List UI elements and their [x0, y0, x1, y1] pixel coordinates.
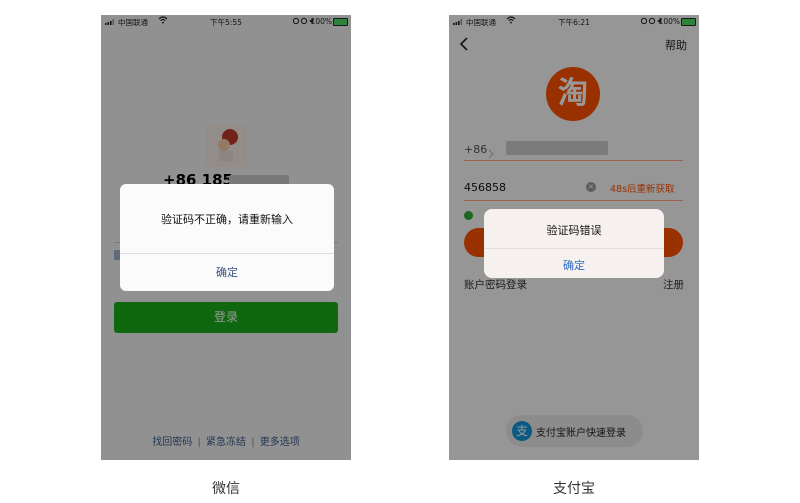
- dialog-message: 验证码不正确，请重新输入: [161, 213, 293, 226]
- wechat-phone-screen: 中国联通 下午5:55 100% +86 185 登录 找回密码 | 紧急冻结 …: [101, 15, 351, 460]
- taobao-phone-screen: 中国联通 下午6:21 100% 帮助 淘 +86 456858 × 48s后重…: [449, 15, 699, 460]
- dialog-divider: [120, 253, 334, 254]
- caption-left: 微信: [212, 481, 240, 497]
- caption-right: 支付宝: [553, 481, 595, 497]
- dialog-ok-button[interactable]: 确定: [484, 257, 664, 273]
- dialog-ok-button[interactable]: 确定: [120, 264, 334, 280]
- error-dialog: 验证码错误 确定: [484, 209, 664, 278]
- error-dialog: 验证码不正确，请重新输入 确定: [120, 184, 334, 291]
- dialog-divider: [484, 248, 664, 249]
- dialog-message: 验证码错误: [546, 224, 602, 237]
